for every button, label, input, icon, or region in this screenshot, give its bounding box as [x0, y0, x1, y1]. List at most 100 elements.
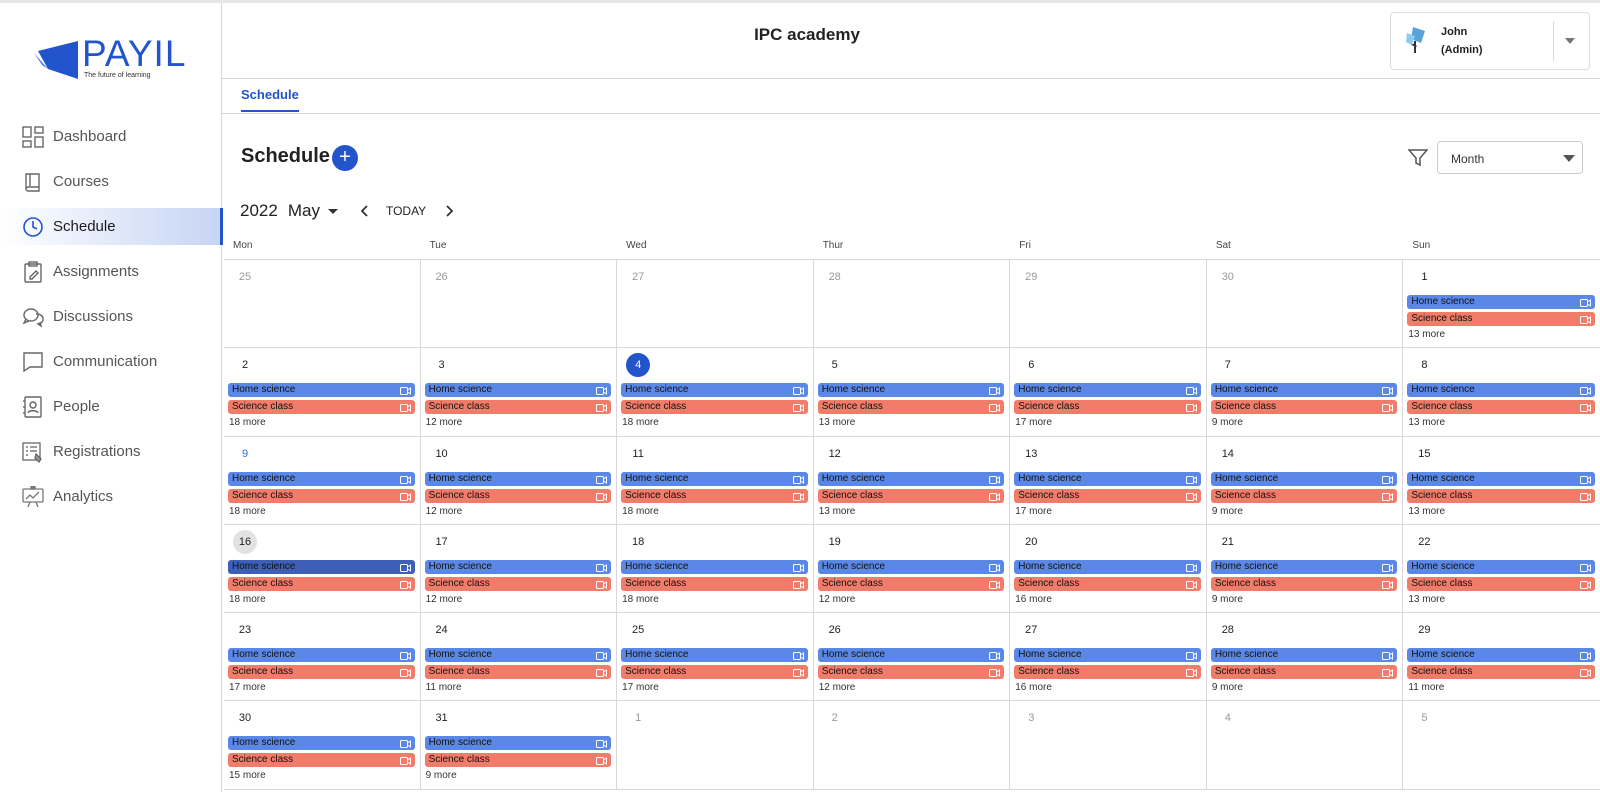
calendar-day-cell[interactable]: 29: [1010, 260, 1207, 348]
more-events-link[interactable]: 13 more: [1407, 594, 1600, 605]
more-events-link[interactable]: 17 more: [1014, 417, 1206, 428]
event-home-science[interactable]: Home science: [1210, 471, 1398, 486]
event-home-science[interactable]: Home science: [228, 471, 415, 486]
more-events-link[interactable]: 13 more: [1407, 417, 1600, 428]
event-science-class[interactable]: Science class: [1210, 488, 1398, 503]
event-science-class[interactable]: Science class: [1014, 488, 1201, 503]
more-events-link[interactable]: 18 more: [228, 417, 420, 428]
event-science-class[interactable]: Science class: [1407, 576, 1595, 591]
today-button[interactable]: TODAY: [386, 204, 426, 218]
more-events-link[interactable]: 17 more: [1014, 506, 1206, 517]
date-number[interactable]: 20: [1019, 530, 1043, 554]
date-number[interactable]: 4: [1216, 706, 1240, 730]
today-date-number[interactable]: 4: [626, 353, 651, 378]
date-number[interactable]: 8: [1412, 353, 1436, 377]
date-number[interactable]: 26: [430, 265, 454, 289]
more-events-link[interactable]: 9 more: [425, 770, 617, 781]
calendar-day-cell[interactable]: 15 Home science Science class 13 more: [1403, 437, 1600, 524]
date-number[interactable]: 16: [233, 529, 257, 554]
more-events-link[interactable]: 12 more: [425, 506, 617, 517]
user-menu[interactable]: John (Admin): [1390, 12, 1590, 70]
more-events-link[interactable]: 9 more: [1211, 506, 1403, 517]
more-events-link[interactable]: 9 more: [1211, 594, 1403, 605]
event-science-class[interactable]: Science class: [1407, 312, 1595, 326]
date-number[interactable]: 2: [233, 353, 257, 377]
date-number[interactable]: 5: [1412, 706, 1436, 730]
calendar-day-cell[interactable]: 31 Home science Science class 9 more: [421, 701, 618, 789]
more-events-link[interactable]: 12 more: [425, 417, 617, 428]
event-science-class[interactable]: Science class: [621, 576, 808, 591]
more-events-link[interactable]: 13 more: [1407, 329, 1600, 340]
calendar-day-cell[interactable]: 1 Home science Science class 13 more: [1403, 260, 1600, 347]
event-science-class[interactable]: Science class: [1014, 576, 1201, 591]
calendar-day-cell[interactable]: 25 Home science Science class 17 more: [617, 613, 814, 701]
date-number[interactable]: 1: [1412, 265, 1436, 289]
event-home-science[interactable]: Home science: [1014, 383, 1201, 398]
calendar-day-cell[interactable]: 25: [224, 260, 421, 348]
more-events-link[interactable]: 12 more: [425, 594, 617, 605]
calendar-day-cell[interactable]: 19 Home science Science class 12 more: [814, 524, 1011, 613]
event-home-science[interactable]: Home science: [1407, 471, 1595, 486]
calendar-day-cell[interactable]: 5: [1403, 701, 1600, 788]
date-number[interactable]: 6: [1019, 353, 1043, 377]
calendar-day-cell[interactable]: 27 Home science Science class 16 more: [1010, 613, 1207, 701]
calendar-day-cell[interactable]: 10 Home science Science class 12 more: [421, 436, 618, 524]
date-number[interactable]: 10: [430, 442, 454, 466]
more-events-link[interactable]: 17 more: [228, 682, 420, 693]
calendar-day-cell[interactable]: 12 Home science Science class 13 more: [814, 436, 1011, 524]
date-number[interactable]: 30: [233, 706, 257, 730]
event-home-science[interactable]: Home science: [1210, 559, 1398, 574]
calendar-day-cell[interactable]: 4: [1207, 701, 1404, 789]
more-events-link[interactable]: 9 more: [1211, 682, 1403, 693]
date-number[interactable]: 11: [626, 442, 650, 466]
more-events-link[interactable]: 11 more: [425, 682, 617, 693]
event-science-class[interactable]: Science class: [424, 488, 612, 503]
date-number[interactable]: 26: [823, 618, 847, 642]
event-home-science[interactable]: Home science: [424, 736, 612, 751]
date-number[interactable]: 25: [626, 618, 650, 642]
event-home-science[interactable]: Home science: [621, 648, 808, 663]
calendar-day-cell[interactable]: 11 Home science Science class 18 more: [617, 436, 814, 524]
date-number[interactable]: 25: [233, 265, 257, 289]
sidebar-item-people[interactable]: People: [0, 388, 222, 425]
calendar-day-cell[interactable]: 30: [1207, 260, 1404, 348]
event-science-class[interactable]: Science class: [1407, 400, 1595, 415]
date-number[interactable]: 7: [1216, 353, 1240, 377]
event-science-class[interactable]: Science class: [424, 400, 612, 415]
event-science-class[interactable]: Science class: [228, 576, 415, 591]
event-home-science[interactable]: Home science: [621, 383, 808, 398]
date-number[interactable]: 3: [1019, 706, 1043, 730]
more-events-link[interactable]: 18 more: [621, 594, 813, 605]
event-home-science[interactable]: Home science: [1407, 383, 1595, 398]
more-events-link[interactable]: 12 more: [818, 682, 1010, 693]
calendar-day-cell[interactable]: 26: [421, 260, 618, 348]
event-home-science[interactable]: Home science: [1407, 559, 1595, 574]
date-number[interactable]: 12: [823, 442, 847, 466]
calendar-day-cell[interactable]: 30 Home science Science class 15 more: [224, 701, 421, 789]
calendar-day-cell[interactable]: 3 Home science Science class 12 more: [421, 348, 618, 436]
event-science-class[interactable]: Science class: [817, 488, 1005, 503]
event-science-class[interactable]: Science class: [1210, 576, 1398, 591]
more-events-link[interactable]: 16 more: [1014, 594, 1206, 605]
calendar-day-cell[interactable]: 28 Home science Science class 9 more: [1207, 613, 1404, 701]
more-events-link[interactable]: 13 more: [1407, 506, 1600, 517]
calendar-day-cell[interactable]: 13 Home science Science class 17 more: [1010, 436, 1207, 524]
calendar-day-cell[interactable]: 9 Home science Science class 18 more: [224, 436, 421, 524]
event-science-class[interactable]: Science class: [1407, 665, 1595, 680]
date-number[interactable]: 13: [1019, 442, 1043, 466]
calendar-day-cell[interactable]: 26 Home science Science class 12 more: [814, 613, 1011, 701]
calendar-day-cell[interactable]: 14 Home science Science class 9 more: [1207, 436, 1404, 524]
event-home-science[interactable]: Home science: [817, 383, 1005, 398]
event-science-class[interactable]: Science class: [621, 665, 808, 680]
event-home-science[interactable]: Home science: [1407, 295, 1595, 309]
calendar-day-cell[interactable]: 3: [1010, 701, 1207, 789]
event-home-science[interactable]: Home science: [621, 559, 808, 574]
calendar-day-cell[interactable]: 22 Home science Science class 13 more: [1403, 525, 1600, 612]
more-events-link[interactable]: 15 more: [228, 770, 420, 781]
date-number[interactable]: 1: [626, 706, 650, 730]
more-events-link[interactable]: 16 more: [1014, 682, 1206, 693]
event-science-class[interactable]: Science class: [621, 400, 808, 415]
event-science-class[interactable]: Science class: [228, 753, 415, 768]
add-event-button[interactable]: +: [332, 145, 358, 171]
sidebar-item-dashboard[interactable]: Dashboard: [0, 118, 222, 155]
